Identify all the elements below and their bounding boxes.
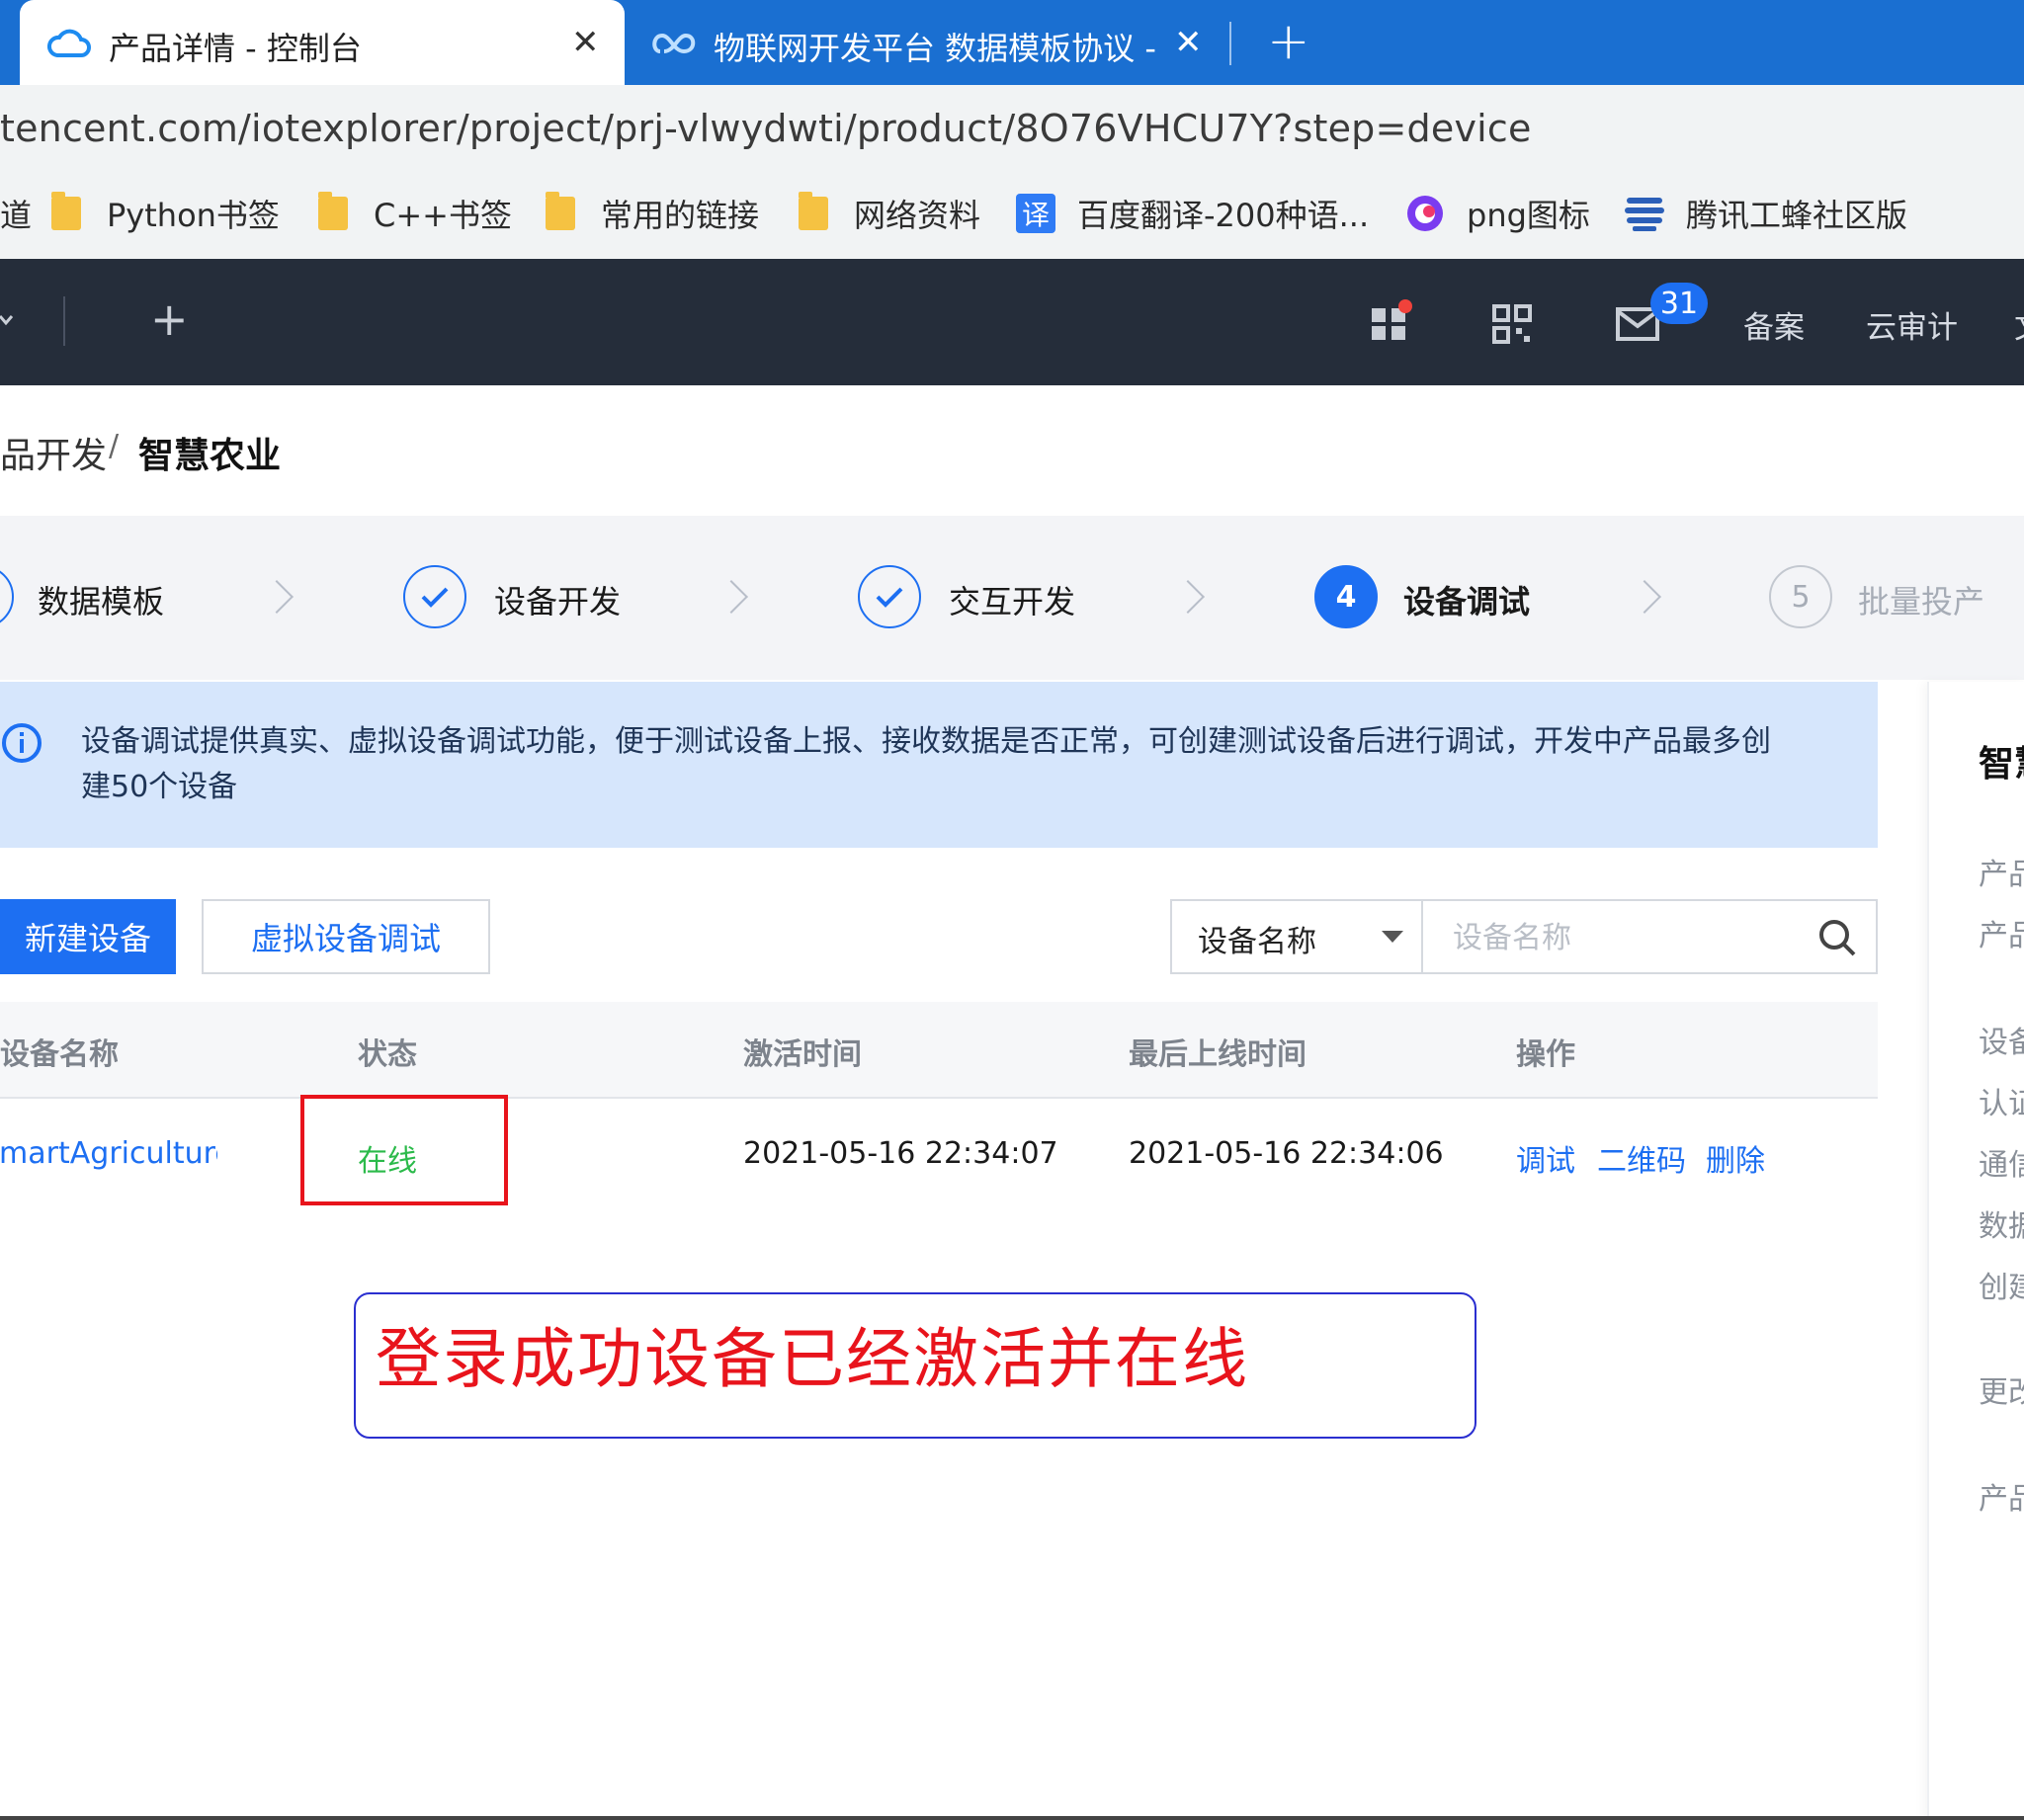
panel-field-label: 通信: [1979, 1148, 2024, 1183]
mail-count-badge: 31: [1650, 283, 1708, 324]
bookmark-label: C++书签: [374, 197, 512, 234]
bookmark-label: 道: [0, 197, 33, 234]
bottom-border: [0, 1816, 2024, 1820]
filter-select[interactable]: 设备名称: [1170, 899, 1423, 974]
tab-separator: [1229, 22, 1231, 65]
cloud-icon: [47, 29, 91, 57]
search-box[interactable]: [1421, 899, 1878, 974]
panel-field-label: 数据: [1979, 1209, 2024, 1244]
check-icon[interactable]: [858, 565, 921, 628]
panel-field-label: 更改: [1979, 1375, 2024, 1410]
panel-field-label: 产品: [1979, 1482, 2024, 1517]
step-label: 批量投产: [1858, 583, 1985, 620]
panel-field-label: 创建: [1979, 1271, 2024, 1305]
page-title: 智慧农业: [138, 436, 282, 476]
bookmark-python[interactable]: Python书签: [51, 190, 280, 237]
panel-field-label: 产品: [1979, 858, 2024, 892]
bookmark-label: 腾讯工蜂社区版: [1686, 197, 1908, 234]
step-label: 交互开发: [949, 583, 1076, 620]
add-button[interactable]: +: [150, 296, 189, 342]
app-grid-icon[interactable]: [1368, 298, 1415, 344]
cloud-audit-link[interactable]: 云审计: [1866, 302, 1958, 347]
search-input[interactable]: [1451, 911, 1811, 964]
activated-time: 2021-05-16 22:34:07: [743, 1136, 1058, 1171]
bookmark-network-docs[interactable]: 网络资料: [799, 190, 980, 237]
stack-logo-icon: [1625, 198, 1664, 231]
device-name-cell: SmartAgriculture: [0, 1097, 217, 1213]
translate-icon: 译: [1016, 194, 1055, 233]
bookmark-label: 网络资料: [854, 197, 981, 234]
bookmark-cpp[interactable]: C++书签: [318, 190, 512, 237]
step-number-current[interactable]: 4: [1314, 565, 1378, 628]
table-header: [0, 1002, 1878, 1099]
header-link-cut[interactable]: 文: [2014, 302, 2024, 347]
bookmark-label: 百度翻译-200种语...: [1077, 197, 1370, 234]
step-label-current: 设备调试: [1403, 583, 1531, 620]
bookmark-png-icons[interactable]: png图标: [1405, 190, 1590, 237]
console-top-nav: [0, 259, 2024, 385]
step-data-template[interactable]: [0, 565, 14, 628]
folder-icon: [318, 192, 348, 230]
panel-title: 智慧: [1979, 744, 2024, 785]
bookmark-baidu-translate[interactable]: 译 百度翻译-200种语...: [1016, 190, 1369, 237]
tab-iot-protocol[interactable]: 物联网开发平台 数据模板协议 - ✕: [642, 0, 1216, 85]
close-tab-icon[interactable]: ✕: [1174, 26, 1203, 59]
tab-title: 物联网开发平台 数据模板协议 -: [714, 30, 1156, 67]
folder-icon: [51, 192, 81, 230]
panel-field-label: 产品: [1979, 919, 2024, 953]
bookmark-item[interactable]: 道: [0, 190, 32, 237]
close-tab-icon[interactable]: ✕: [571, 26, 600, 59]
search-icon[interactable]: [1816, 917, 1858, 958]
device-name-link[interactable]: SmartAgriculture: [0, 1136, 217, 1171]
breadcrumb-parent[interactable]: 品开发: [0, 427, 107, 478]
tab-product-detail[interactable]: 产品详情 - 控制台 ✕: [20, 0, 625, 85]
tab-title: 产品详情 - 控制台: [109, 30, 362, 67]
column-header-name: 设备名称: [0, 1037, 119, 1072]
bookmark-label: png图标: [1467, 197, 1590, 234]
png-logo-icon: [1407, 196, 1443, 231]
banner-text: 设备调试提供真实、虚拟设备调试功能，便于测试设备上报、接收数据是否正常，可创建测…: [81, 724, 1771, 804]
column-header-last-online: 最后上线时间: [1129, 1037, 1307, 1072]
folder-icon: [799, 192, 828, 230]
step-label: 设备开发: [494, 583, 622, 620]
filter-select-value: 设备名称: [1198, 925, 1316, 959]
new-tab-button[interactable]: +: [1267, 16, 1310, 67]
step-number-pending[interactable]: 5: [1769, 565, 1832, 628]
column-header-actions: 操作: [1516, 1037, 1575, 1072]
annotation-text: 登录成功设备已经激活并在线: [376, 1321, 1249, 1397]
caret-down-icon: [1382, 931, 1403, 943]
info-icon: [2, 723, 42, 763]
panel-field-label: 认证: [1979, 1087, 2024, 1121]
column-header-status: 状态: [358, 1037, 417, 1072]
step-label: 数据模板: [38, 583, 165, 620]
virtual-debug-button[interactable]: 虚拟设备调试: [202, 899, 490, 974]
bookmark-label: 常用的链接: [601, 197, 760, 234]
bookmark-label: Python书签: [107, 197, 280, 234]
beian-link[interactable]: 备案: [1743, 302, 1805, 347]
qr-code-icon[interactable]: [1490, 302, 1534, 346]
bookmark-common-links[interactable]: 常用的链接: [546, 190, 759, 237]
delete-action-link[interactable]: 删除: [1706, 1136, 1765, 1180]
folder-icon: [546, 192, 575, 230]
last-online-time: 2021-05-16 22:34:06: [1129, 1136, 1444, 1171]
highlight-box: [300, 1095, 508, 1205]
debug-action-link[interactable]: 调试: [1516, 1136, 1575, 1180]
panel-field-label: 设备: [1979, 1026, 2024, 1060]
url-field[interactable]: tencent.com/iotexplorer/project/prj-vlwy…: [0, 107, 1532, 150]
chevron-down-icon[interactable]: [0, 314, 16, 328]
iot-cloud-icon: [652, 33, 696, 54]
bookmark-tencent-gongfeng[interactable]: 腾讯工蜂社区版: [1623, 190, 1907, 237]
check-icon[interactable]: [403, 565, 466, 628]
check-icon: [0, 565, 14, 628]
column-header-activated: 激活时间: [743, 1037, 862, 1072]
new-device-button[interactable]: 新建设备: [0, 899, 176, 974]
breadcrumb-separator: /: [109, 429, 120, 463]
qr-code-action-link[interactable]: 二维码: [1597, 1136, 1686, 1180]
header-divider: [63, 296, 65, 346]
